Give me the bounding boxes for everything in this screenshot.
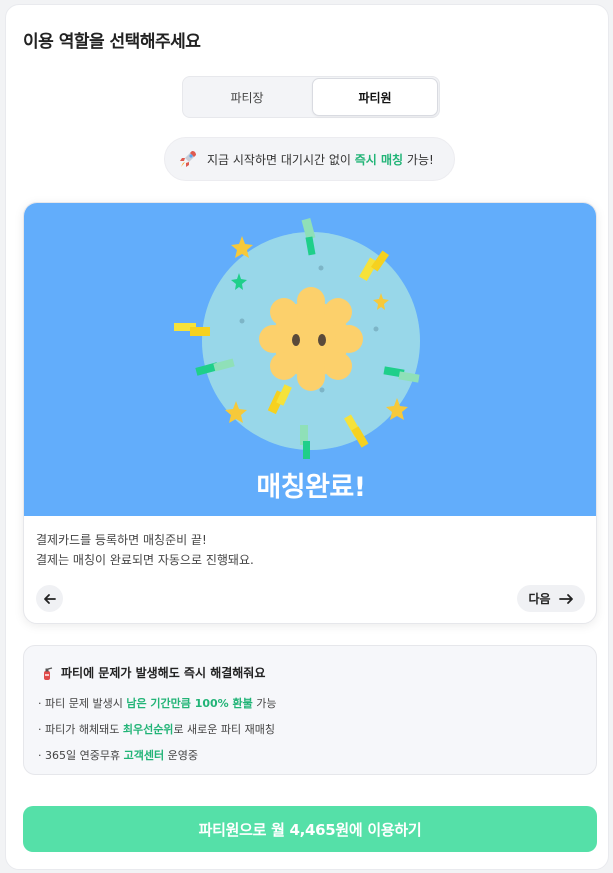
smiley-flower-icon xyxy=(259,287,363,391)
benefit-text: · 365일 연중무휴 xyxy=(38,749,124,762)
description-line-2: 결제는 매칭이 완료되면 자동으로 진행돼요. xyxy=(36,553,254,567)
onboarding-carousel: 매칭완료! 결제카드를 등록하면 매칭준비 끝! 결제는 매칭이 완료되면 자동… xyxy=(23,202,597,624)
benefit-highlight: 고객센터 xyxy=(123,749,165,762)
next-slide-button[interactable]: 다음 xyxy=(517,585,585,612)
notice-highlight: 즉시 매칭 xyxy=(354,152,404,167)
role-selection-panel: 이용 역할을 선택해주세요 파티장 파티원 지금 시작하면 대기시간 없이 즉시… xyxy=(5,4,609,870)
benefit-highlight: 남은 기간만큼 100% 환불 xyxy=(126,697,253,710)
slide-title: 매칭완료! xyxy=(256,472,366,503)
benefits-title: 파티에 문제가 발생해도 즉시 해결해줘요 xyxy=(40,664,265,681)
arrow-right-icon xyxy=(558,593,573,604)
benefit-text: · 파티가 해체돼도 xyxy=(38,723,123,736)
benefit-highlight: 최우선순위 xyxy=(122,723,174,736)
benefit-text: 운영중 xyxy=(164,749,198,762)
benefit-text: · 파티 문제 발생시 xyxy=(38,697,127,710)
benefits-box: 파티에 문제가 발생해도 즉시 해결해줘요 · 파티 문제 발생시 남은 기간만… xyxy=(23,645,597,775)
benefit-text: 가능 xyxy=(252,697,277,710)
join-as-member-button[interactable]: 파티원으로 월 4,465원에 이용하기 xyxy=(23,806,597,852)
next-slide-label: 다음 xyxy=(528,592,551,606)
benefit-item-rematch: · 파티가 해체돼도 최우선순위로 새로운 파티 재매칭 xyxy=(38,721,275,737)
notice-text-after: 가능! xyxy=(403,152,434,167)
tab-party-leader[interactable]: 파티장 xyxy=(184,78,310,116)
notice-text-before: 지금 시작하면 대기시간 없이 xyxy=(207,152,355,167)
instant-match-notice: 지금 시작하면 대기시간 없이 즉시 매칭 가능! xyxy=(164,137,455,181)
benefits-title-text: 파티에 문제가 발생해도 즉시 해결해줘요 xyxy=(61,666,266,680)
prev-slide-button[interactable] xyxy=(36,585,63,612)
arrow-left-icon xyxy=(43,593,56,604)
page-title: 이용 역할을 선택해주세요 xyxy=(23,32,201,52)
fire-extinguisher-icon xyxy=(40,666,54,680)
rocket-icon xyxy=(177,148,199,170)
benefit-text: 로 새로운 파티 재매칭 xyxy=(173,723,276,736)
role-tab-group: 파티장 파티원 xyxy=(182,76,440,118)
carousel-slide-image: 매칭완료! xyxy=(24,203,596,516)
benefit-item-support: · 365일 연중무휴 고객센터 운영중 xyxy=(38,747,198,763)
benefit-item-refund: · 파티 문제 발생시 남은 기간만큼 100% 환불 가능 xyxy=(38,695,277,711)
slide-description: 결제카드를 등록하면 매칭준비 끝! 결제는 매칭이 완료되면 자동으로 진행돼… xyxy=(36,530,254,570)
tab-party-member[interactable]: 파티원 xyxy=(312,78,438,116)
description-line-1: 결제카드를 등록하면 매칭준비 끝! xyxy=(36,533,207,547)
